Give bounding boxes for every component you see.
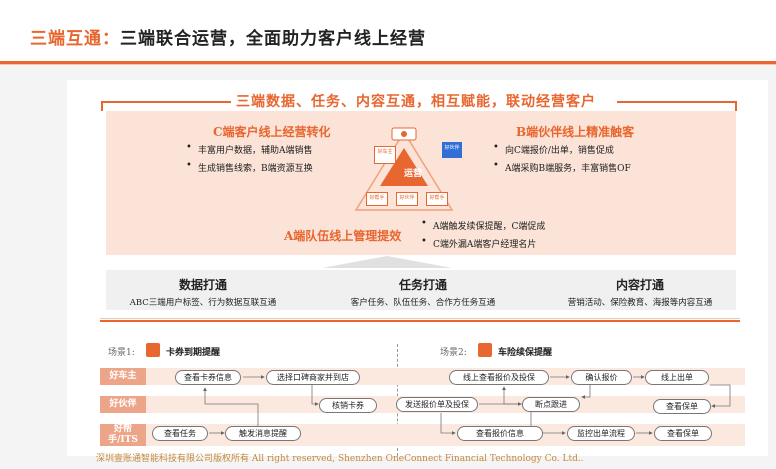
flow-step-redeem: 核销卡券 (319, 398, 377, 413)
flow-step-choose-shop: 选择口碑商家并到店 (266, 370, 360, 385)
flow-step-view-quote: 查看报价信息 (457, 426, 543, 441)
copyright-footer: 深圳壹账通智能科技有限公司版权所有 All right reserved, Sh… (96, 454, 584, 464)
slide: 三端互通：三端联合运营，全面助力客户线上经营 三端数据、任务、内容互通，相互赋能… (0, 0, 776, 469)
flow-step-breakpoint: 断点跟进 (522, 397, 580, 412)
arrow (502, 386, 522, 405)
flow-step-trigger-msg: 触发消息提醒 (225, 426, 301, 441)
arrow (710, 384, 731, 408)
arrow (440, 413, 456, 435)
arrow (311, 385, 319, 406)
arrow (581, 385, 591, 399)
flow-step-confirm-quote: 确认报价 (571, 370, 632, 385)
flow-step-view-policy: 查看保单 (653, 399, 711, 414)
flow-step-view-coupon: 查看卡券信息 (175, 370, 241, 385)
flow-step-monitor: 监控出单流程 (567, 426, 635, 441)
arrow (203, 387, 259, 426)
flow-step-view-task: 查看任务 (152, 426, 208, 441)
flow-step-online-quote: 线上查看报价及投保 (449, 370, 549, 385)
flow-step-view-policy: 查看保单 (654, 426, 712, 441)
flow-step-online-order: 线上出单 (645, 370, 709, 385)
flow-step-send-quote: 发送报价单及投保 (396, 397, 478, 412)
